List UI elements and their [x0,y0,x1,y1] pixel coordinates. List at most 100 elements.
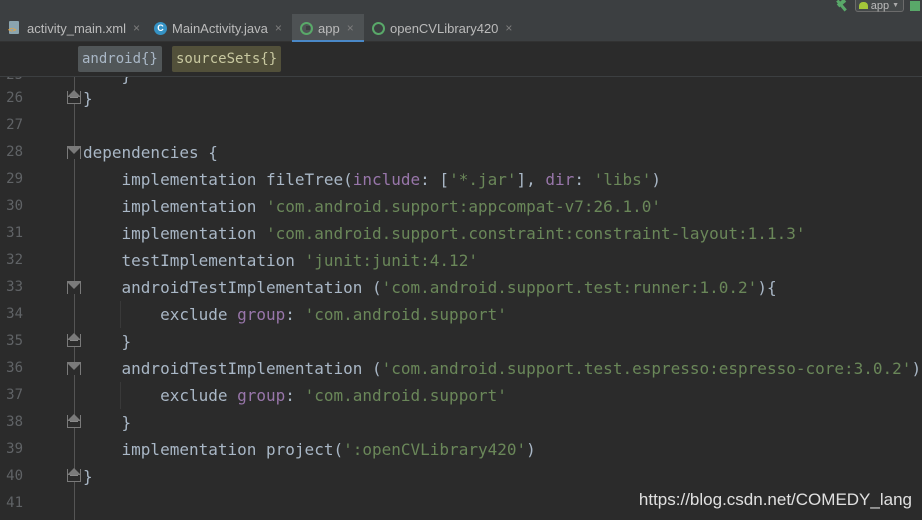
run-toolbar: app ▼ [835,0,922,12]
string-literal: 'junit:junit:4.12' [304,251,478,270]
code-line: 27 [0,112,922,139]
editor-tab-bar: activity_main.xml × C MainActivity.java … [0,14,922,43]
string-literal: 'libs' [593,170,652,189]
code-line: 35 } [0,328,922,355]
code-line: 39 implementation project(':openCVLibrar… [0,436,922,463]
line-number: 31 [6,225,23,241]
code-plain: androidTestImplementation ( [83,359,382,378]
code-plain: implementation fileTree( [83,170,353,189]
code-line: 31 implementation 'com.android.support.c… [0,220,922,247]
fold-expand-icon[interactable] [67,146,81,159]
code-plain: : [285,305,305,324]
line-number: 41 [6,495,23,511]
close-icon[interactable]: × [133,21,140,35]
code-text: implementation 'com.android.support:appc… [83,193,661,220]
code-text: } [83,332,132,351]
close-icon[interactable]: × [275,21,282,35]
android-icon [858,2,868,9]
run-config-select[interactable]: app ▼ [854,0,904,12]
code-line: 40 } [0,463,922,490]
line-number: 39 [6,441,23,457]
tab-label: activity_main.xml [27,20,126,36]
code-plain: exclude [83,386,238,405]
code-plain: implementation project( [83,440,344,459]
code-plain: ){ [757,278,777,297]
code-plain: androidTestImplementation ( [83,278,382,297]
string-literal: 'com.android.support.test:runner:1.0.2' [381,278,758,297]
fold-collapse-icon[interactable] [67,333,81,347]
java-class-icon: C [154,21,167,35]
breadcrumb: android{} sourceSets{} [0,42,922,77]
breadcrumb-item-android[interactable]: android{} [78,46,162,72]
named-arg: include [352,170,421,189]
code-plain: implementation [83,197,267,216]
tab-label: app [318,20,340,36]
code-plain: ], [516,170,546,189]
line-number: 35 [6,333,23,349]
tab-app[interactable]: app × [292,14,364,43]
gradle-icon [372,21,385,35]
tab-main-activity-java[interactable]: C MainActivity.java × [146,14,291,42]
code-text: androidTestImplementation ('com.android.… [83,274,777,301]
string-literal: 'com.android.support' [304,305,507,324]
string-literal: 'com.android.support' [304,386,507,405]
code-text: implementation project(':openCVLibrary42… [83,436,536,463]
close-icon[interactable]: × [347,21,354,35]
line-number: 36 [6,360,23,376]
code-line: 32 testImplementation 'junit:junit:4.12' [0,247,922,274]
code-line: 26 } [0,85,922,112]
code-text: exclude group: 'com.android.support' [83,301,507,328]
code-line: 30 implementation 'com.android.support:a… [0,193,922,220]
xml-file-icon [8,21,22,35]
code-text: dependencies { [83,143,218,162]
line-number: 37 [6,387,23,403]
gradle-icon [300,21,313,35]
named-arg: group [237,386,286,405]
code-plain: exclude [83,305,238,324]
run-config-label: app [870,0,890,12]
string-literal: 'com.android.support.test.espresso:espre… [381,359,912,378]
string-literal: 'com.android.support.constraint:constrai… [266,224,806,243]
string-literal: ':openCVLibrary420' [343,440,527,459]
code-line: 34 exclude group: 'com.android.support' [0,301,922,328]
code-plain: ){ [911,359,922,378]
breadcrumb-item-sourcesets[interactable]: sourceSets{} [172,46,282,72]
build-hammer-icon[interactable] [835,1,849,11]
code-plain: : [285,386,305,405]
code-text: } [83,89,93,108]
code-plain: ) [526,440,536,459]
run-icon[interactable] [910,1,920,11]
fold-expand-icon[interactable] [67,281,81,294]
code-text: exclude group: 'com.android.support' [83,382,507,409]
code-line: 29 implementation fileTree(include: ['*.… [0,166,922,193]
watermark-text: https://blog.csdn.net/COMEDY_lang [638,490,912,509]
line-number: 40 [6,468,23,484]
code-plain: ) [651,170,662,189]
line-number: 29 [6,171,23,187]
line-number: 28 [6,144,23,160]
fold-collapse-icon[interactable] [67,90,81,104]
line-number: 30 [6,198,23,214]
fold-expand-icon[interactable] [67,362,81,375]
tab-opencv-library[interactable]: openCVLibrary420 × [364,14,524,42]
line-number: 27 [6,117,23,133]
code-text: testImplementation 'junit:junit:4.12' [83,247,478,274]
code-line: 28 dependencies { [0,139,922,166]
code-line: 37 exclude group: 'com.android.support' [0,382,922,409]
code-text: implementation fileTree(include: ['*.jar… [83,166,661,193]
fold-collapse-icon[interactable] [67,468,81,482]
code-text: } [83,467,93,486]
close-icon[interactable]: × [505,21,512,35]
line-number: 33 [6,279,23,295]
code-line: 33 androidTestImplementation ('com.andro… [0,274,922,301]
line-number: 26 [6,90,23,106]
code-editor[interactable]: 25 } 26 } 27 28 dependencies { 29 implem… [0,77,922,520]
code-text: androidTestImplementation ('com.android.… [83,355,922,382]
code-plain: : [574,170,594,189]
code-line: 36 androidTestImplementation ('com.andro… [0,355,922,382]
fold-collapse-icon[interactable] [67,414,81,428]
tab-activity-main-xml[interactable]: activity_main.xml × [0,14,146,42]
code-text: } [83,413,132,432]
string-literal: '*.jar' [449,170,517,189]
top-toolbar-strip: app ▼ [0,0,922,14]
